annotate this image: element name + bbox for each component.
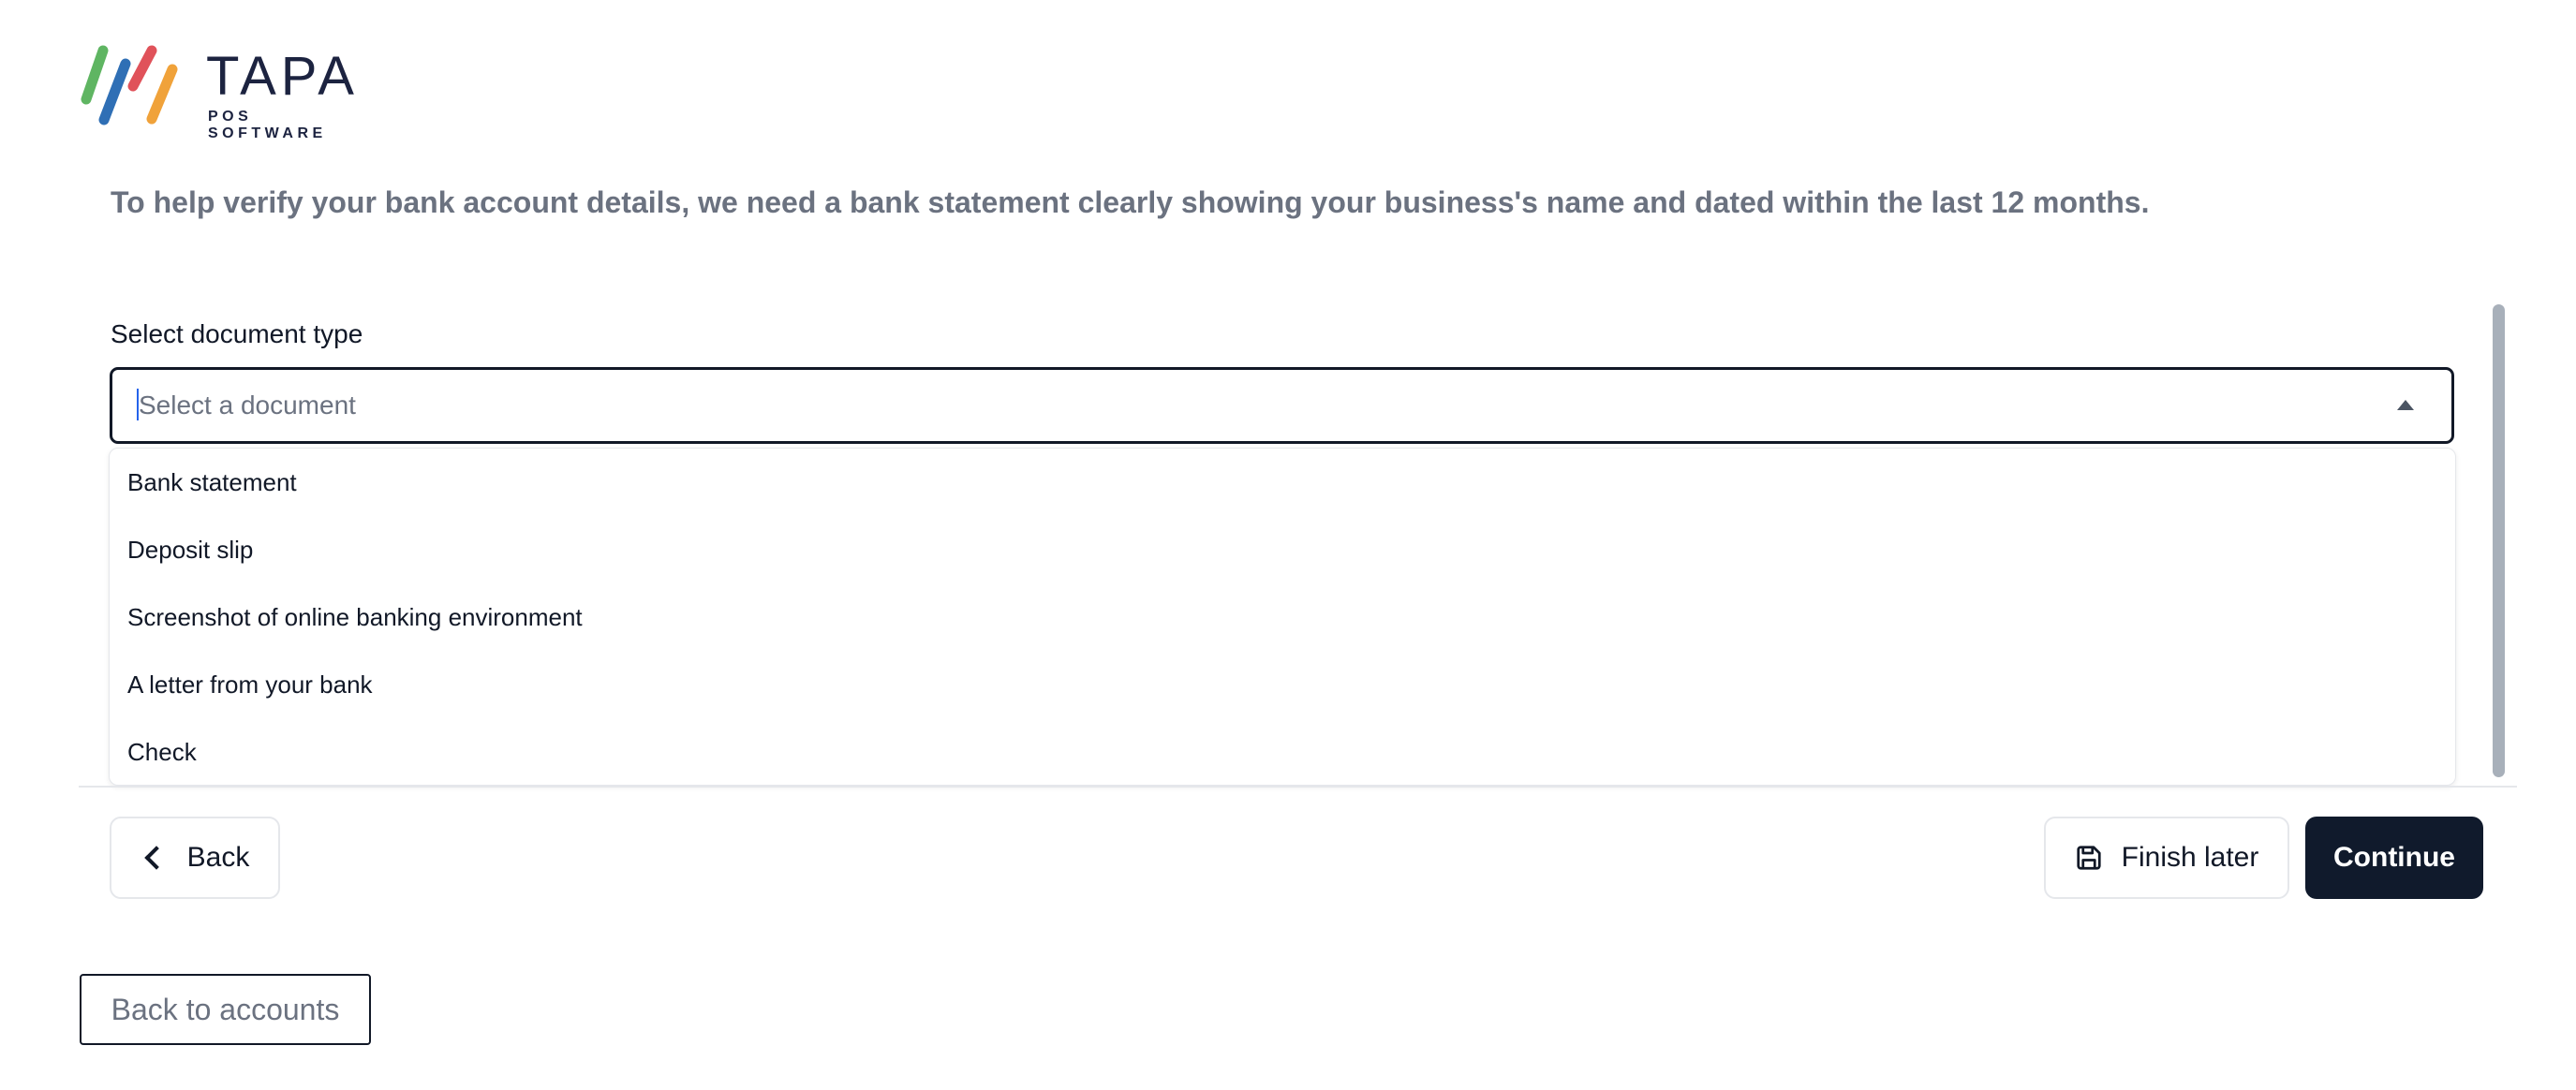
continue-button[interactable]: Continue	[2305, 817, 2483, 899]
option-bank-statement[interactable]: Bank statement	[110, 449, 2455, 516]
brand-name: TAPA	[206, 46, 359, 107]
intro-text: To help verify your bank account details…	[111, 185, 2150, 219]
back-button[interactable]: Back	[110, 817, 280, 899]
option-deposit-slip[interactable]: Deposit slip	[110, 516, 2455, 583]
finish-later-label: Finish later	[2121, 842, 2259, 873]
tapa-logo: TAPA POS SOFTWARE	[79, 45, 371, 141]
option-online-banking-screenshot[interactable]: Screenshot of online banking environment	[110, 583, 2455, 651]
option-bank-letter[interactable]: A letter from your bank	[110, 651, 2455, 718]
caret-up-icon[interactable]	[2397, 400, 2414, 410]
back-to-accounts-button[interactable]: Back to accounts	[80, 974, 371, 1045]
document-type-select[interactable]: Select a document	[110, 367, 2454, 444]
select-placeholder: Select a document	[139, 390, 356, 420]
finish-later-button[interactable]: Finish later	[2044, 817, 2289, 899]
brand-tagline: POS SOFTWARE	[208, 109, 327, 141]
back-button-label: Back	[186, 842, 250, 873]
document-type-dropdown: Bank statement Deposit slip Screenshot o…	[109, 448, 2456, 786]
footer-divider	[79, 786, 2517, 788]
save-icon	[2077, 846, 2101, 870]
chevron-left-icon	[143, 846, 169, 870]
logo-stripes-icon	[81, 45, 178, 125]
scrollbar-thumb[interactable]	[2493, 304, 2505, 777]
option-check[interactable]: Check	[110, 718, 2455, 786]
document-type-label: Select document type	[111, 319, 363, 348]
